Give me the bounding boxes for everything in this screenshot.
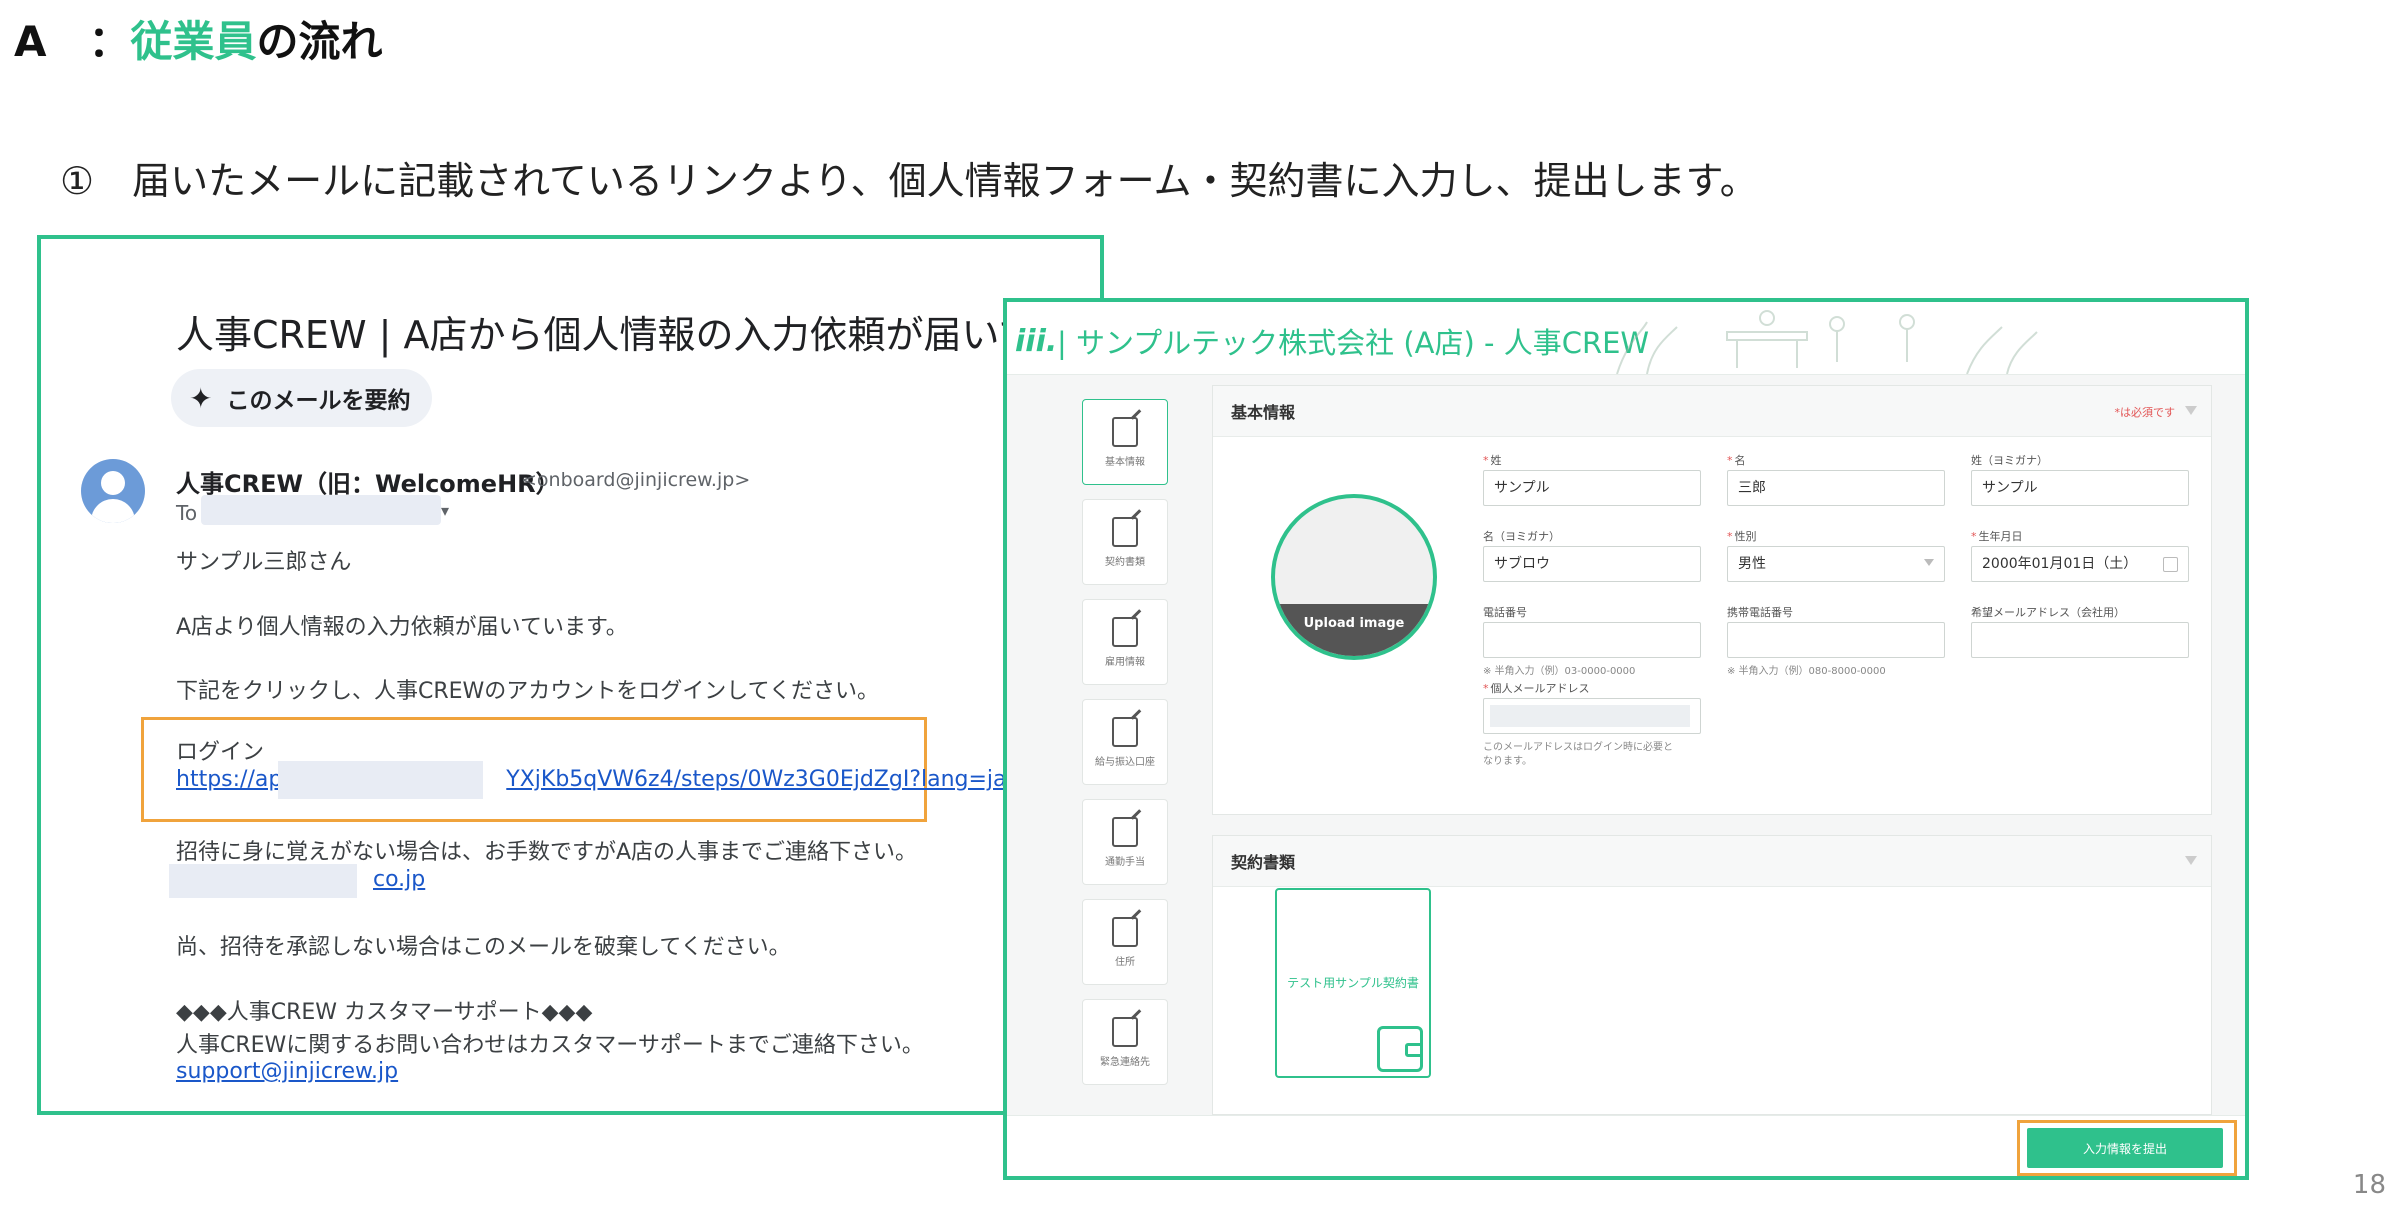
sidebar-item-contract-docs[interactable]: 契約書類 [1082, 499, 1168, 585]
recipient-redacted [201, 495, 441, 525]
email-subject: 人事CREW | A店から個人情報の入力依頼が届いています [176, 313, 1104, 357]
birth-date-label: * 生年月日 [1971, 530, 2023, 543]
submit-button[interactable]: 入力情報を提出 [2027, 1128, 2223, 1168]
email-body-line: 人事CREWに関するお問い合わせはカスタマーサポートまでご連絡下さい。 [176, 1033, 924, 1058]
last-name-label: * 姓 [1483, 454, 1502, 467]
email-greeting: サンプル三郎さん [176, 550, 352, 575]
work-email-input[interactable] [1971, 622, 2189, 658]
edit-icon [1112, 616, 1138, 647]
to-label: To [176, 501, 198, 525]
document-icon [1112, 516, 1138, 547]
support-heading: ◆◆◆人事CREW カスタマーサポート◆◆◆ [176, 1000, 593, 1025]
last-name-kana-label: 姓（ヨミガナ） [1971, 454, 2048, 467]
sender-name: 人事CREW（旧：WelcomeHR） [176, 470, 560, 498]
edit-icon [1112, 916, 1138, 947]
collapse-icon[interactable] [2185, 406, 2197, 415]
first-name-label: * 名 [1727, 454, 1746, 467]
last-name-kana-input[interactable]: サンプル [1971, 470, 2189, 506]
sparkle-icon: ✦ [189, 381, 213, 415]
wallet-icon [1377, 1026, 1423, 1072]
edit-icon [1112, 1016, 1138, 1047]
sidebar-item-commute[interactable]: 通勤手当 [1082, 799, 1168, 885]
gender-select[interactable]: 男性 [1727, 546, 1945, 582]
header-illustration [1616, 310, 2038, 374]
email-panel: 人事CREW | A店から個人情報の入力依頼が届いています ✦ このメールを要約… [37, 235, 1104, 1115]
contact-redacted [169, 864, 357, 898]
email-body-line: A店より個人情報の入力依頼が届いています。 [176, 615, 628, 640]
section-title: 基本情報 [1231, 403, 1296, 422]
personal-email-hint: なります。 [1483, 756, 1532, 767]
summarize-label: このメールを要約 [226, 388, 411, 414]
link-redacted [278, 761, 483, 799]
step-instruction: ① 届いたメールに記載されているリンクより、個人情報フォーム・契約書に入力し、提… [60, 159, 1758, 203]
phone-hint: ※ 半角入力（例）03-0000-0000 [1483, 666, 1636, 677]
edit-icon [1112, 816, 1138, 847]
login-label: ログイン [176, 740, 265, 765]
birth-date-input[interactable]: 2000年01月01日（土） [1971, 546, 2189, 582]
app-header: iii. | サンプルテック株式会社 (A店) - 人事CREW [1007, 302, 2245, 375]
email-body-line: 尚、招待を承認しない場合はこのメールを破棄してください。 [176, 935, 791, 960]
email-body-line: 下記をクリックし、人事CREWのアカウントをログインしてください。 [176, 679, 879, 704]
sidebar-item-address[interactable]: 住所 [1082, 899, 1168, 985]
app-content: 基本情報 契約書類 雇用情報 給与振込口座 通勤手当 住所 緊急連絡先 基本情報… [1007, 375, 2245, 1115]
recipient-dropdown-icon[interactable]: ▾ [441, 501, 449, 520]
app-logo: iii. [1015, 324, 1058, 359]
summarize-button[interactable]: ✦ このメールを要約 [171, 369, 433, 427]
contact-email-link[interactable]: co.jp [373, 867, 425, 892]
sidebar-item-emergency-contact[interactable]: 緊急連絡先 [1082, 999, 1168, 1085]
email-body-line: 招待に身に覚えがない場合は、お手数ですがA店の人事までご連絡下さい。 [176, 840, 918, 865]
mobile-label: 携帯電話番号 [1727, 606, 1793, 619]
required-note: *は必須です [2114, 406, 2176, 419]
document-name: テスト用サンプル契約書 [1287, 976, 1419, 990]
contract-section: 契約書類 テスト用サンプル契約書 [1212, 835, 2212, 1115]
page-number: 18 [2352, 1170, 2386, 1200]
phone-label: 電話番号 [1483, 606, 1527, 619]
last-name-input[interactable]: サンプル [1483, 470, 1701, 506]
personal-email-hint: このメールアドレスはログイン時に必要と [1483, 742, 1673, 753]
photo-upload[interactable]: Upload image [1271, 494, 1437, 660]
mobile-hint: ※ 半角入力（例）080-8000-0000 [1727, 666, 1886, 677]
app-title: | サンプルテック株式会社 (A店) - 人事CREW [1057, 326, 1650, 360]
contract-document-card[interactable]: テスト用サンプル契約書 [1275, 888, 1431, 1078]
sidebar-item-bank-account[interactable]: 給与振込口座 [1082, 699, 1168, 785]
gender-label: * 性別 [1727, 530, 1757, 543]
app-window: iii. | サンプルテック株式会社 (A店) - 人事CREW 基本情報 契約… [1003, 298, 2249, 1180]
first-name-kana-input[interactable]: サブロウ [1483, 546, 1701, 582]
phone-input[interactable] [1483, 622, 1701, 658]
work-email-label: 希望メールアドレス（会社用） [1971, 606, 2125, 619]
collapse-icon[interactable] [2185, 856, 2197, 865]
sender-address: <onboard@jinjicrew.jp> [521, 469, 751, 491]
upload-image-label: Upload image [1275, 604, 1433, 656]
edit-icon [1112, 716, 1138, 747]
sender-avatar-icon [81, 459, 145, 523]
sidebar-item-basic-info[interactable]: 基本情報 [1082, 399, 1168, 485]
chevron-down-icon [1924, 559, 1934, 566]
support-email-link[interactable]: support@jinjicrew.jp [176, 1059, 398, 1084]
calendar-icon [2163, 557, 2178, 572]
section-title: 契約書類 [1231, 853, 1296, 872]
personal-email-label: * 個人メールアドレス [1483, 682, 1590, 695]
mobile-input[interactable] [1727, 622, 1945, 658]
first-name-kana-label: 名（ヨミガナ） [1483, 530, 1560, 543]
personal-email-input[interactable] [1483, 698, 1701, 734]
edit-icon [1112, 416, 1138, 447]
sidebar-item-employment-info[interactable]: 雇用情報 [1082, 599, 1168, 685]
slide-title: A ：従業員の流れ [14, 17, 383, 66]
basic-info-section: 基本情報 *は必須です Upload image * 姓 サンプル * 名 三郎 姓… [1212, 385, 2212, 815]
first-name-input[interactable]: 三郎 [1727, 470, 1945, 506]
